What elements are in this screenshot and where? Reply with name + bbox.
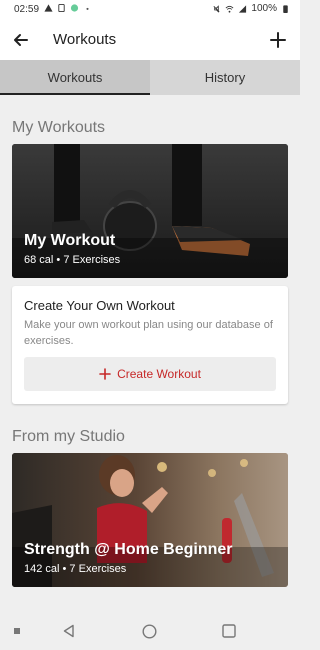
dot-icon — [86, 7, 89, 10]
create-workout-card: Create Your Own Workout Make your own wo… — [12, 286, 288, 404]
recents-square-icon[interactable] — [14, 628, 20, 634]
page-title: Workouts — [53, 31, 117, 48]
signal-icon — [239, 4, 247, 13]
status-bar: 02:59 100% — [0, 0, 300, 20]
back-triangle-icon[interactable] — [62, 624, 76, 638]
arrow-left-icon[interactable] — [10, 29, 32, 51]
tab-history[interactable]: History — [150, 60, 300, 95]
plus-icon — [99, 368, 111, 380]
home-circle-icon[interactable] — [142, 624, 157, 639]
wifi-icon — [226, 5, 234, 13]
studio-heading: From my Studio — [12, 428, 125, 445]
create-workout-description: Make your own workout plan using our dat… — [24, 319, 273, 347]
create-workout-button[interactable]: Create Workout — [24, 357, 276, 391]
create-workout-button-label: Create Workout — [117, 367, 201, 381]
my-workout-name: My Workout — [24, 232, 116, 249]
my-workouts-heading: My Workouts — [12, 119, 106, 136]
warning-icon — [44, 4, 53, 12]
sim-icon — [58, 3, 65, 13]
mute-icon — [213, 4, 220, 13]
studio-workout-card[interactable]: Strength @ Home Beginner 142 cal • 7 Exe… — [12, 453, 288, 587]
create-workout-heading: Create Your Own Workout — [24, 298, 175, 313]
my-workout-card[interactable]: My Workout 68 cal • 7 Exercises — [12, 144, 288, 278]
status-time: 02:59 — [14, 4, 40, 15]
tab-workouts[interactable]: Workouts — [0, 60, 150, 95]
studio-workout-name: Strength @ Home Beginner — [24, 541, 233, 558]
tab-bar: Workouts History — [0, 60, 300, 95]
system-nav-bar — [0, 612, 300, 650]
android-icon — [70, 4, 79, 12]
battery-icon — [283, 4, 288, 13]
status-left-icons — [44, 3, 92, 13]
status-right-icons: 100% — [212, 3, 290, 14]
app-bar: Workouts — [0, 20, 300, 60]
plus-icon[interactable] — [267, 29, 289, 51]
studio-workout-meta: 142 cal • 7 Exercises — [24, 563, 127, 575]
battery-percent: 100% — [251, 3, 277, 14]
overview-square-icon[interactable] — [222, 624, 236, 638]
my-workout-meta: 68 cal • 7 Exercises — [24, 254, 121, 266]
